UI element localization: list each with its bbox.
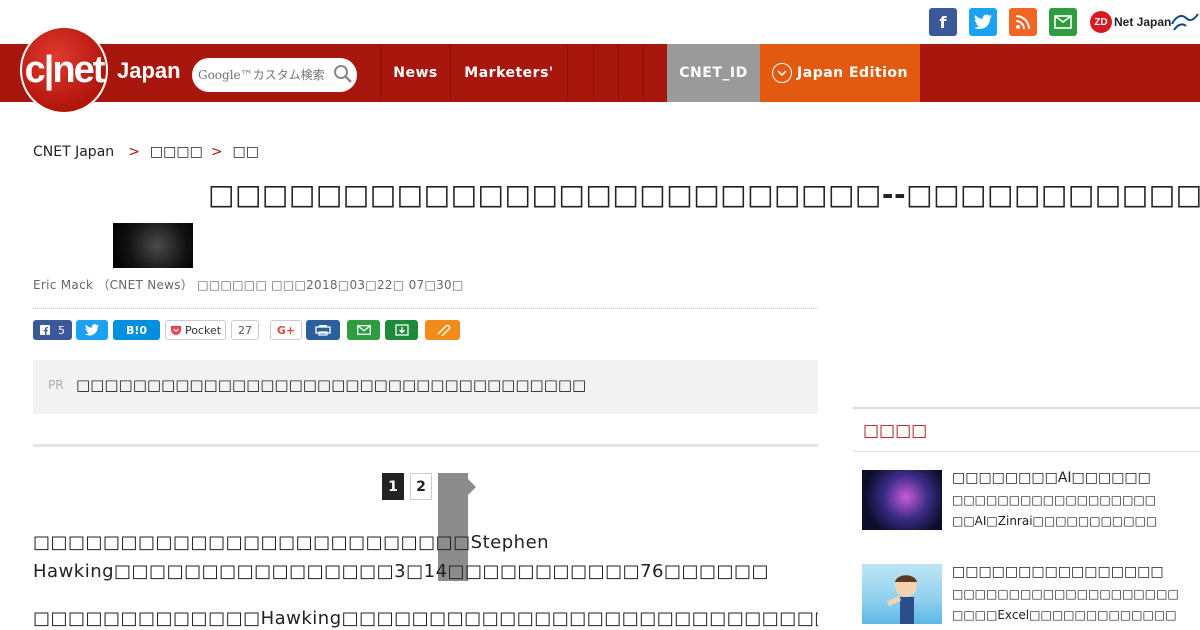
sidebar-item-desc: □□□□□□□□□□□□□□□□□□ □□AI□Zinrai□□□□□□□□□□… [952, 490, 1157, 532]
facebook-share-count: 5 [58, 323, 65, 337]
sidebar-item-desc: □□□□□□□□□□□□□□□□□□□□ □□□□Excel□□□□□□□□□□… [952, 584, 1179, 626]
breadcrumb-level-2[interactable]: □□ [233, 144, 259, 160]
sidebar-divider [853, 451, 1200, 452]
sidebar-item-desc-line: □□AI□Zinrai□□□□□□□□□□□ [952, 514, 1158, 528]
twitter-icon[interactable] [969, 8, 997, 36]
share-twitter-button[interactable] [76, 320, 108, 340]
sidebar-item-title[interactable]: □□□□□□□□AI□□□□□□ [952, 470, 1151, 486]
nav-news[interactable]: News [380, 44, 450, 102]
sidebar-item-desc-line: □□□□□□□□□□□□□□□□□□ [952, 493, 1157, 507]
breadcrumb: CNET Japan > □□□□ > □□ [33, 144, 259, 160]
article-paragraph: □□□□□□□□□□□□□Hawking□□□□□□□□□□□□□□□□□□□□… [33, 608, 818, 629]
article-paragraph: □□□□□□□□□□□□□□□□□□□□□□□□□Stephen Hawking… [33, 532, 770, 582]
chevron-down-icon [772, 63, 793, 83]
nav-marketers[interactable]: Marketers' [450, 44, 567, 102]
sidebar-item-title[interactable]: □□□□□□□□□□□□□□□□ [952, 564, 1164, 580]
zdnet-text: Net Japan [1114, 15, 1172, 29]
breadcrumb-home[interactable]: CNET Japan [33, 144, 114, 160]
page-1-button[interactable]: 1 [382, 473, 404, 500]
zdnet-japan-logo[interactable]: ZD Net Japan [1090, 10, 1171, 34]
sidebar-item-desc-line: □□□□□□□□□□□□□□□□□□□□ [952, 587, 1179, 601]
breadcrumb-separator: > [128, 144, 140, 160]
mail-icon[interactable] [1049, 8, 1077, 36]
breadcrumb-separator: > [210, 144, 223, 160]
pr-text[interactable]: □□□□□□□□□□□□□□□□□□□□□□□□□□□□□□□□□□□□ [76, 376, 586, 394]
zdnet-mark: ZD [1090, 11, 1112, 33]
edition-label: Japan Edition [797, 65, 908, 81]
cnet-logo[interactable]: c|net [20, 26, 108, 114]
pocket-label: Pocket [184, 323, 222, 337]
clip-icon[interactable] [425, 320, 460, 340]
sidebar-heading: □□□□ [863, 421, 928, 441]
sidebar-item-desc-line: □□□□Excel□□□□□□□□□□□□□ [952, 608, 1177, 622]
breadcrumb-level-1[interactable]: □□□□ [150, 144, 203, 160]
search-input[interactable] [198, 65, 328, 85]
nav-item-blank-2[interactable] [593, 44, 618, 102]
pr-box[interactable]: PR □□□□□□□□□□□□□□□□□□□□□□□□□□□□□□□□□□□□ [33, 360, 818, 414]
search-icon[interactable] [333, 64, 353, 84]
share-hatena-button[interactable]: B!0 [113, 320, 160, 340]
article-title: □□□□□□□□□□□□□□□□□□□□□□□□□--□□□□□□□□□□□□□ [208, 178, 1200, 211]
share-mail-icon[interactable] [347, 320, 380, 340]
rss-icon[interactable] [1009, 8, 1037, 36]
nav-japan-edition[interactable]: Japan Edition [760, 44, 920, 102]
nav-cnet-id[interactable]: CNET_ID [667, 44, 760, 102]
sidebar-divider [853, 407, 1200, 409]
sidebar-item-image[interactable] [862, 470, 942, 530]
share-google-plus-button[interactable]: G+ [270, 320, 302, 340]
download-icon[interactable] [385, 320, 418, 340]
content-divider [33, 444, 818, 447]
nav-item-blank-3[interactable] [618, 44, 643, 102]
logo-japan-text: Japan [117, 58, 181, 83]
nav-item-blank-1[interactable] [567, 44, 593, 102]
nav-item-blank-4[interactable] [643, 44, 667, 102]
pocket-count: 27 [231, 320, 259, 340]
article-byline: Eric Mack （CNET News） □□□□□□ □□□2018□03□… [33, 278, 464, 292]
techrepublic-icon[interactable] [1170, 10, 1200, 34]
share-pocket-button[interactable]: Pocket [165, 320, 226, 340]
sidebar-item-image[interactable] [862, 564, 942, 624]
print-icon[interactable] [306, 320, 340, 340]
page-2-button[interactable]: 2 [410, 473, 432, 500]
divider [33, 308, 818, 309]
share-facebook-button[interactable]: 5 [33, 320, 72, 340]
facebook-icon[interactable]: f [929, 8, 957, 36]
article-thumbnail[interactable] [113, 223, 193, 268]
pr-label: PR [48, 378, 64, 392]
